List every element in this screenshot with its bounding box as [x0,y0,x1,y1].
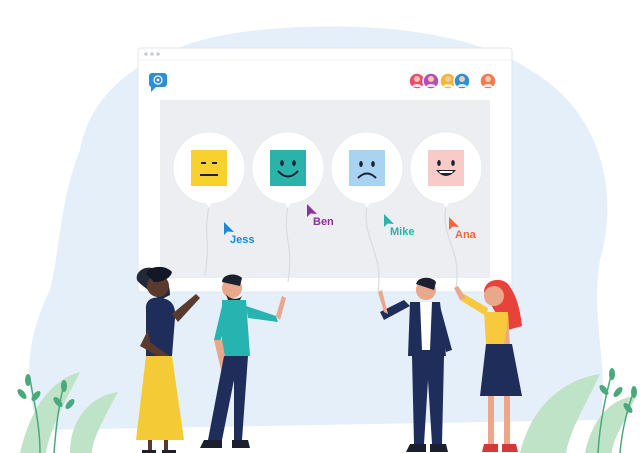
sad-face-icon [349,150,385,186]
participant-4-avatar[interactable] [453,72,471,90]
mike-cursor-label: Mike [390,226,415,238]
neutral-face-icon [191,150,227,186]
window-controls [144,52,160,56]
participant-2-avatar[interactable] [422,72,440,90]
jess-cursor-label: Jess [230,234,255,246]
grin-face-icon [428,150,464,186]
self-avatar[interactable] [479,72,497,90]
ana-cursor-label: Ana [455,229,476,241]
happy-face-icon [270,150,306,186]
ben-cursor-label: Ben [313,216,334,228]
